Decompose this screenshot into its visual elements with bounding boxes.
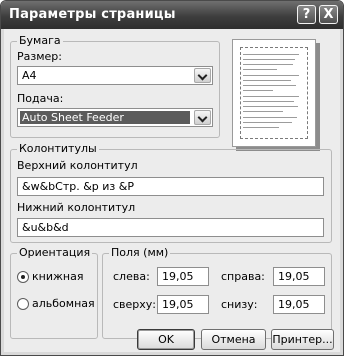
chevron-down-icon[interactable] [194, 110, 211, 125]
paper-source-value: Auto Sheet Feeder [20, 111, 190, 124]
footer-label: Нижний колонтитул [17, 201, 136, 214]
preview-line [243, 101, 294, 102]
cancel-button[interactable]: Отмена [201, 329, 266, 350]
chevron-down-icon[interactable] [194, 68, 211, 83]
landscape-label[interactable]: альбомная [32, 297, 95, 310]
preview-line [243, 75, 299, 76]
orientation-group: Ориентация книжная альбомная [10, 246, 98, 339]
footer-input[interactable]: &u&b&d [17, 218, 324, 237]
source-label: Подача: [17, 92, 64, 105]
preview-line [243, 117, 297, 118]
paper-size-value: A4 [22, 69, 37, 82]
margin-left-input[interactable]: 19,05 [157, 267, 209, 286]
preview-line [243, 85, 296, 86]
size-label: Размер: [17, 50, 62, 63]
preview-line [243, 96, 299, 97]
portrait-radio[interactable] [17, 271, 29, 283]
headers-footers-group: Колонтитулы Верхний колонтитул &w&bСтр. … [10, 142, 332, 243]
preview-margin [240, 47, 308, 139]
title-bar[interactable]: Параметры страницы ? X [1, 1, 343, 29]
preview-line [243, 111, 283, 112]
preview-line [243, 80, 291, 81]
margin-left-label: слева: [113, 270, 150, 283]
page-setup-dialog: Параметры страницы ? X Бумага Размер: A4… [0, 0, 344, 356]
margin-bottom-input[interactable]: 19,05 [273, 295, 325, 314]
portrait-option[interactable]: книжная [17, 270, 95, 285]
preview-line [243, 127, 279, 128]
landscape-option[interactable]: альбомная [17, 297, 95, 312]
margin-top-input[interactable]: 19,05 [157, 295, 209, 314]
margins-legend: Поля (мм) [109, 246, 171, 259]
portrait-label[interactable]: книжная [32, 270, 83, 283]
dialog-body: Бумага Размер: A4 Подача: Auto Sheet Fee… [4, 29, 340, 352]
margin-top-label: сверху: [113, 298, 157, 311]
preview-line [243, 106, 298, 107]
margin-right-label: справа: [221, 270, 265, 283]
preview-line [243, 54, 299, 55]
paper-source-select[interactable]: Auto Sheet Feeder [17, 108, 213, 127]
margin-bottom-label: снизу: [221, 298, 258, 311]
close-button[interactable]: X [319, 5, 338, 24]
preview-line [243, 69, 277, 70]
margin-right-input[interactable]: 19,05 [273, 267, 325, 286]
help-button[interactable]: ? [297, 5, 316, 24]
paper-legend: Бумага [17, 34, 63, 47]
paper-group: Бумага Размер: A4 Подача: Auto Sheet Fee… [10, 34, 220, 138]
margins-group: Поля (мм) слева: 19,05 справа: 19,05 све… [102, 246, 332, 339]
headers-footers-legend: Колонтитулы [17, 142, 99, 155]
printer-button[interactable]: Принтер... [271, 329, 334, 350]
header-input[interactable]: &w&bСтр. &p из &P [17, 177, 324, 196]
preview-line [243, 122, 292, 123]
preview-line [243, 90, 273, 91]
page-preview [232, 39, 316, 147]
preview-line [243, 64, 293, 65]
window-title: Параметры страницы [9, 7, 176, 22]
orientation-legend: Ориентация [17, 246, 93, 259]
preview-line [243, 59, 295, 60]
header-label: Верхний колонтитул [17, 159, 138, 172]
paper-size-select[interactable]: A4 [17, 66, 213, 85]
ok-button[interactable]: OK [137, 329, 195, 350]
landscape-radio[interactable] [17, 298, 29, 310]
